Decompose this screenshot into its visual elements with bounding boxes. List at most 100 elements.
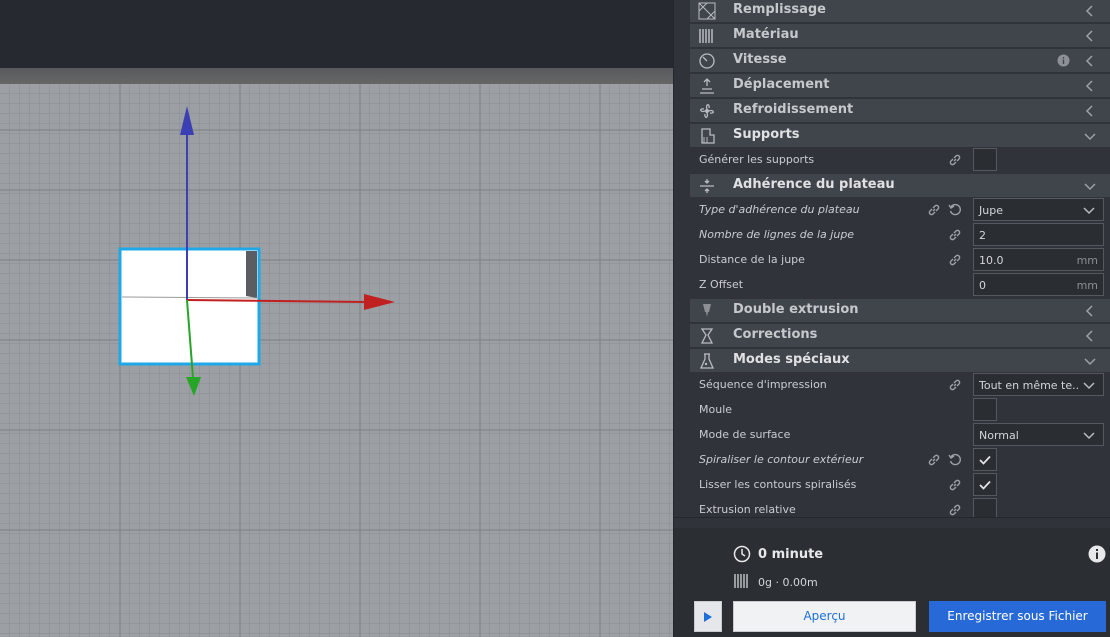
setting-surface-mode: Mode de surface Normal <box>699 423 1110 447</box>
smooth-spiralized-checkbox[interactable] <box>973 473 997 496</box>
chevron-left-icon <box>1085 305 1093 317</box>
adhesion-type-dropdown[interactable]: Jupe <box>973 198 1104 221</box>
setting-skirt-distance: Distance de la jupe 10.0 mm <box>699 248 1110 272</box>
print-sequence-dropdown[interactable]: Tout en même te... <box>973 373 1104 396</box>
link-icon[interactable] <box>927 453 941 467</box>
chevron-left-icon <box>1085 5 1093 17</box>
print-settings-panel: Remplissage Matériau Vitesse Déplacement… <box>673 0 1110 637</box>
mold-checkbox[interactable] <box>973 398 997 421</box>
section-dual-extrusion[interactable]: Double extrusion <box>690 299 1110 322</box>
section-travel-label: Déplacement <box>733 77 830 92</box>
section-adhesion[interactable]: Adhérence du plateau <box>690 174 1110 197</box>
slice-play-button[interactable] <box>694 601 722 632</box>
info-icon[interactable] <box>1088 545 1106 563</box>
section-mesh-fixes[interactable]: Corrections <box>690 324 1110 347</box>
selected-model-cube[interactable] <box>118 247 261 366</box>
setting-label: Extrusion relative <box>699 503 796 516</box>
section-supports[interactable]: Supports <box>690 124 1110 147</box>
dual-extrusion-icon <box>703 304 711 317</box>
support-icon <box>701 128 715 144</box>
setting-label: Générer les supports <box>699 153 815 166</box>
setting-smooth-spiralized: Lisser les contours spiralisés <box>699 473 1110 497</box>
material-icon <box>699 29 713 43</box>
section-cooling[interactable]: Refroidissement <box>690 99 1110 122</box>
panel-divider <box>674 517 1110 518</box>
skirt-distance-input[interactable]: 10.0 mm <box>973 248 1104 271</box>
setting-label: Z Offset <box>699 278 744 291</box>
checkmark-icon <box>979 455 991 465</box>
fan-icon <box>700 104 714 118</box>
chevron-left-icon <box>1085 80 1093 92</box>
link-icon[interactable] <box>948 228 962 242</box>
link-icon[interactable] <box>948 253 962 267</box>
relative-extrusion-checkbox[interactable] <box>973 498 997 517</box>
play-icon <box>704 612 712 622</box>
setting-adhesion-type: Type d'adhérence du plateau Jupe <box>699 198 1110 222</box>
chevron-left-icon <box>1085 55 1093 67</box>
clock-icon <box>733 545 751 563</box>
chevron-down-icon <box>1084 358 1096 366</box>
skirt-lines-input[interactable]: 2 <box>973 223 1104 246</box>
dropdown-value: Tout en même te... <box>979 379 1079 392</box>
link-icon[interactable] <box>927 203 941 217</box>
setting-label: Type d'adhérence du plateau <box>699 203 860 216</box>
info-icon[interactable] <box>1057 54 1070 67</box>
3d-viewport[interactable] <box>0 0 673 637</box>
chevron-down-icon <box>1084 183 1096 191</box>
unit-label: mm <box>1076 279 1098 292</box>
setting-generate-supports: Générer les supports <box>699 148 1110 172</box>
spiralize-checkbox[interactable] <box>973 448 997 471</box>
special-modes-icon <box>699 353 715 369</box>
print-estimate-area: 0 minute 0g · 0.00m Aperçu Enregistrer s… <box>674 528 1110 637</box>
setting-label: Mode de surface <box>699 428 791 441</box>
link-icon[interactable] <box>948 478 962 492</box>
generate-supports-checkbox[interactable] <box>973 148 997 171</box>
chevron-down-icon <box>1083 207 1095 215</box>
section-infill-label: Remplissage <box>733 2 826 17</box>
chevron-left-icon <box>1085 30 1093 42</box>
setting-relative-extrusion: Extrusion relative <box>699 498 1110 517</box>
filament-icon <box>734 574 748 588</box>
setting-label: Lisser les contours spiralisés <box>699 478 857 491</box>
link-icon[interactable] <box>948 153 962 167</box>
surface-mode-dropdown[interactable]: Normal <box>973 423 1104 446</box>
section-mesh-fixes-label: Corrections <box>733 327 818 342</box>
chevron-left-icon <box>1085 330 1093 342</box>
setting-z-offset: Z Offset 0 mm <box>699 273 1110 297</box>
section-material[interactable]: Matériau <box>690 24 1110 47</box>
estimated-material: 0g · 0.00m <box>758 576 818 589</box>
checkmark-icon <box>979 480 991 490</box>
reset-icon[interactable] <box>948 203 962 217</box>
setting-label: Moule <box>699 403 733 416</box>
link-icon[interactable] <box>948 503 962 517</box>
setting-label: Séquence d'impression <box>699 378 827 391</box>
travel-icon <box>700 78 714 94</box>
unit-label: mm <box>1076 254 1098 267</box>
section-speed-label: Vitesse <box>733 52 787 67</box>
setting-mold: Moule <box>699 398 1110 422</box>
infill-icon <box>698 2 716 20</box>
input-value: 2 <box>979 229 986 242</box>
section-infill[interactable]: Remplissage <box>690 0 1110 22</box>
build-plate-grid <box>0 84 673 637</box>
estimated-time: 0 minute <box>758 547 824 562</box>
section-cooling-label: Refroidissement <box>733 102 854 117</box>
link-icon[interactable] <box>948 378 962 392</box>
speed-icon <box>699 53 715 69</box>
dropdown-value: Jupe <box>979 204 1003 217</box>
section-speed[interactable]: Vitesse <box>690 49 1110 72</box>
preview-button[interactable]: Aperçu <box>733 601 916 632</box>
setting-print-sequence: Séquence d'impression Tout en même te... <box>699 373 1110 397</box>
input-value: 10.0 <box>979 254 1004 267</box>
reset-icon[interactable] <box>948 453 962 467</box>
z-offset-input[interactable]: 0 mm <box>973 273 1104 296</box>
section-dual-extrusion-label: Double extrusion <box>733 302 859 317</box>
mesh-fixes-icon <box>700 328 714 344</box>
section-special-modes[interactable]: Modes spéciaux <box>690 349 1110 372</box>
adhesion-icon <box>700 179 714 193</box>
chevron-left-icon <box>1085 105 1093 117</box>
save-to-file-button[interactable]: Enregistrer sous Fichier <box>929 601 1106 632</box>
input-value: 0 <box>979 279 986 292</box>
section-travel[interactable]: Déplacement <box>690 74 1110 97</box>
chevron-down-icon <box>1083 382 1095 390</box>
